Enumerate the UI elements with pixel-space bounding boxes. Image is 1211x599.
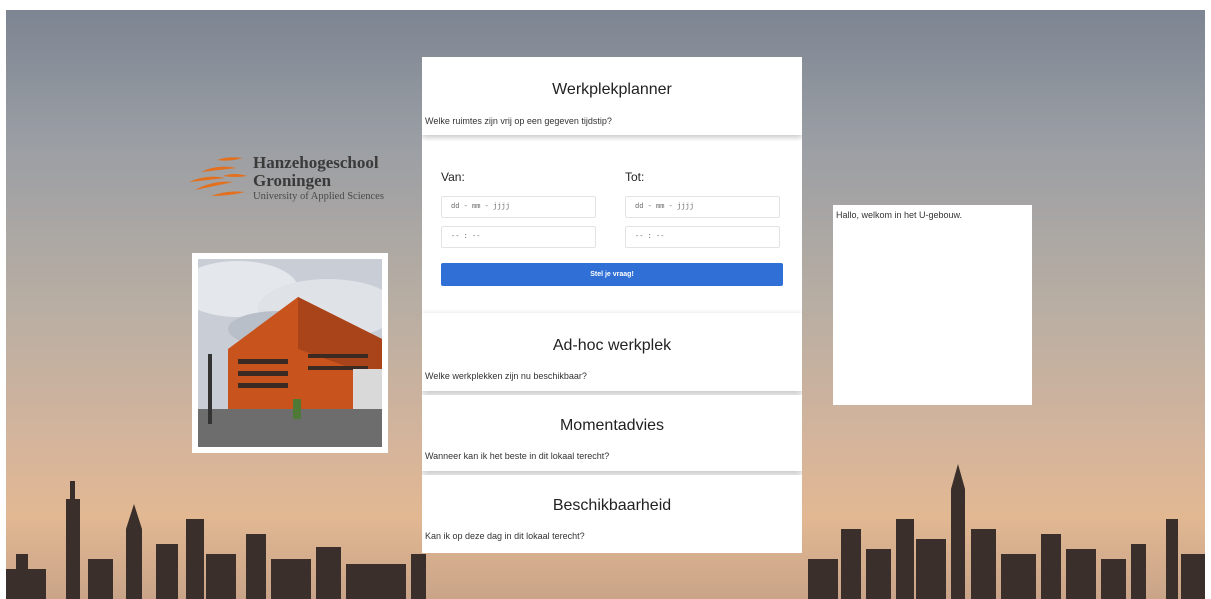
card-title: Momentadvies <box>559 417 665 434</box>
from-date-input[interactable]: dd - mm - jjjj <box>441 196 596 218</box>
hanze-emblem-icon <box>189 157 247 196</box>
to-time-input[interactable]: -- : -- <box>625 226 780 248</box>
welcome-message: Hallo, welkom in het U-gebouw. <box>836 210 963 220</box>
card-title: Ad-hoc werkplek <box>552 337 672 354</box>
beschikbaarheid-card[interactable]: Beschikbaarheid Kan ik op deze dag in di… <box>422 475 802 553</box>
to-label: Tot: <box>625 170 645 184</box>
logo-name-line1: Hanzehogeschool <box>253 153 379 172</box>
logo-tagline: University of Applied Sciences <box>253 191 384 202</box>
to-date-input[interactable]: dd - mm - jjjj <box>625 196 780 218</box>
card-title: Beschikbaarheid <box>552 497 672 514</box>
from-label: Van: <box>441 170 465 184</box>
building-photo <box>198 259 382 447</box>
card-subtitle: Welke werkplekken zijn nu beschikbaar? <box>425 371 587 381</box>
werkplekplanner-header-card: Werkplekplanner Welke ruimtes zijn vrij … <box>422 57 802 135</box>
from-time-input[interactable]: -- : -- <box>441 226 596 248</box>
building-photo-frame <box>192 253 388 453</box>
chat-panel: Hallo, welkom in het U-gebouw. <box>833 205 1032 405</box>
card-title: Werkplekplanner <box>552 81 672 98</box>
werkplekplanner-form: Van: Tot: dd - mm - jjjj dd - mm - jjjj … <box>422 141 802 311</box>
ask-question-button[interactable]: Stel je vraag! <box>441 263 783 286</box>
momentadvies-card[interactable]: Momentadvies Wanneer kan ik het beste in… <box>422 395 802 471</box>
card-subtitle: Wanneer kan ik het beste in dit lokaal t… <box>425 451 610 461</box>
card-subtitle: Kan ik op deze dag in dit lokaal terecht… <box>425 531 585 541</box>
ad-hoc-werkplek-card[interactable]: Ad-hoc werkplek Welke werkplekken zijn n… <box>422 313 802 391</box>
logo-name-line2: Groningen <box>253 171 332 190</box>
card-subtitle: Welke ruimtes zijn vrij op een gegeven t… <box>425 116 612 126</box>
hanzehogeschool-logo: Hanzehogeschool Groningen University of … <box>187 152 397 204</box>
main-panel: Werkplekplanner Welke ruimtes zijn vrij … <box>422 57 802 553</box>
